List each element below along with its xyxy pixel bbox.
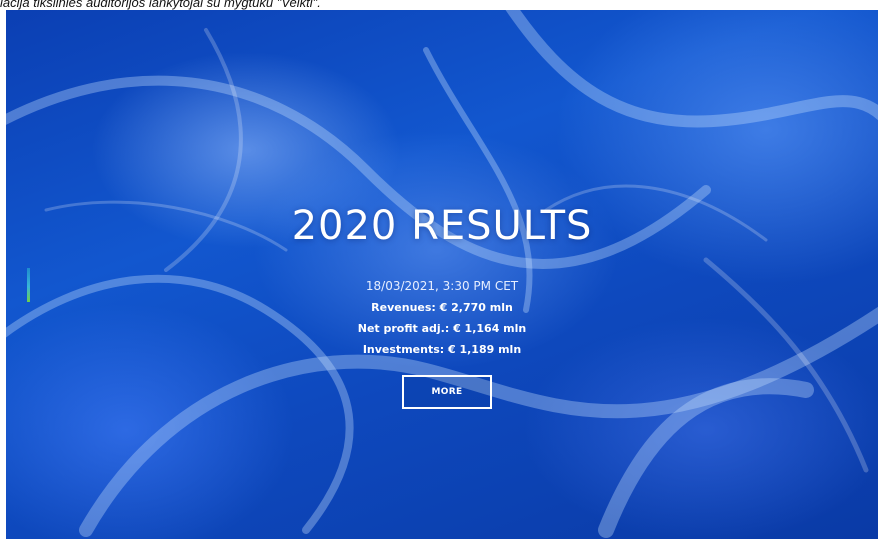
page-title: 2020 RESULTS (291, 203, 593, 249)
event-datetime: 18/03/2021, 3:30 PM CET (365, 279, 519, 293)
stat-net-profit: Net profit adj.: € 1,164 mln (357, 322, 527, 335)
caption-text: lacija tiksliniės auditorijos lankytojai… (0, 0, 321, 10)
more-button[interactable]: MORE (402, 375, 492, 409)
stat-revenues: Revenues: € 2,770 mln (371, 301, 513, 314)
hero-banner: 2020 RESULTS 18/03/2021, 3:30 PM CET Rev… (6, 10, 878, 539)
stat-investments: Investments: € 1,189 mln (362, 343, 522, 356)
hero-content: 2020 RESULTS 18/03/2021, 3:30 PM CET Rev… (6, 10, 878, 539)
